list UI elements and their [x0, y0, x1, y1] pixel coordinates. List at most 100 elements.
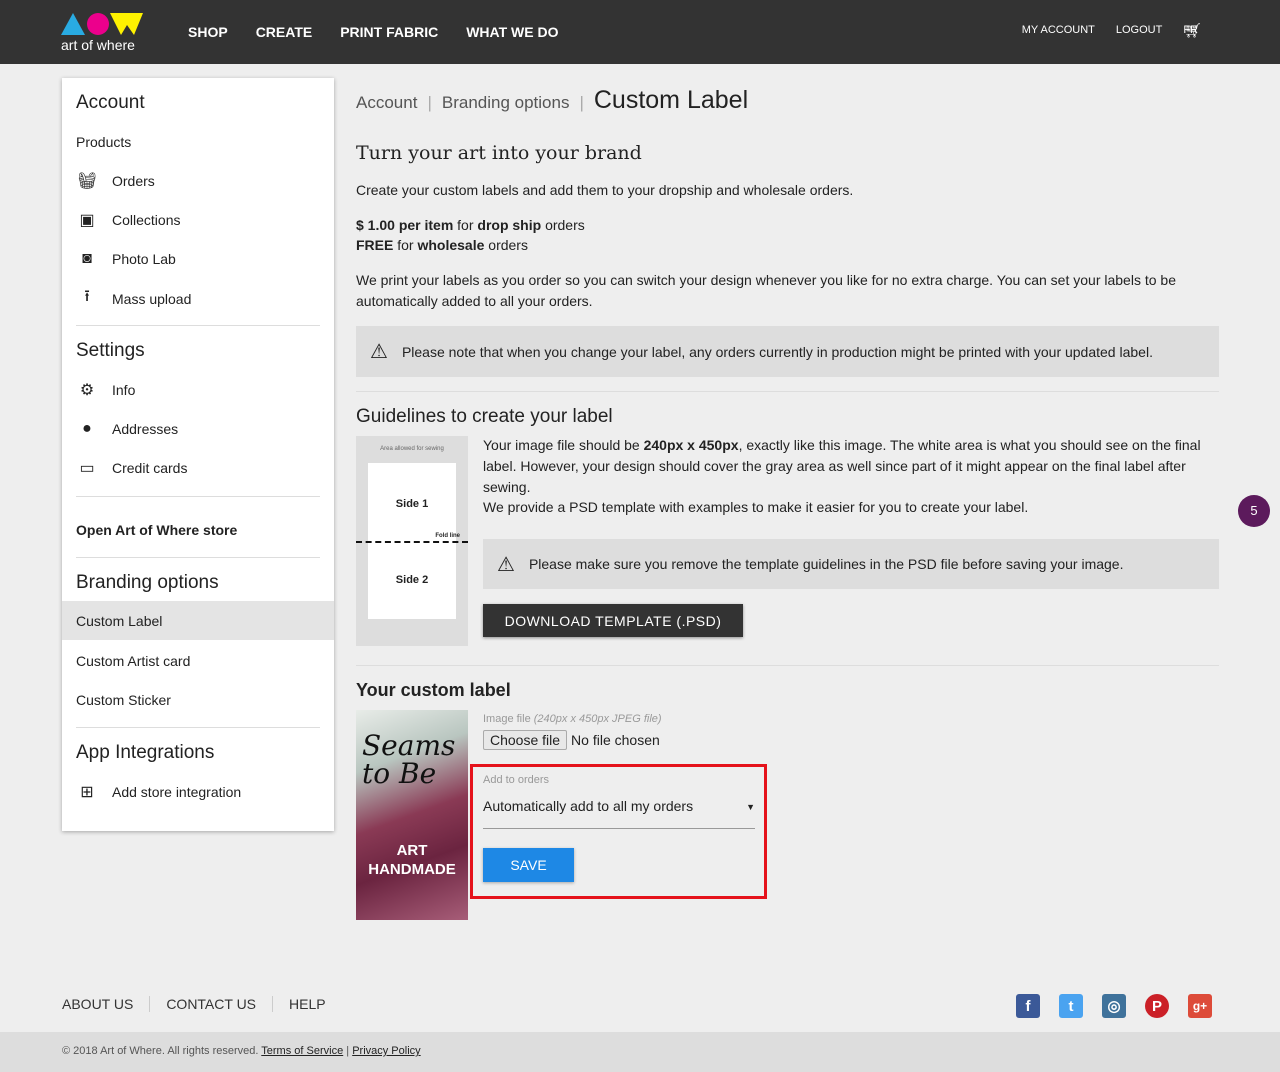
- choose-file-button[interactable]: Choose file: [483, 730, 568, 750]
- credit-card-icon: ▭: [79, 459, 95, 477]
- privacy-link[interactable]: Privacy Policy: [352, 1045, 420, 1057]
- t: orders: [541, 217, 585, 233]
- terms-link[interactable]: Terms of Service: [261, 1045, 343, 1057]
- t: $ 1.00 per item: [356, 217, 454, 233]
- camera-icon: ◙: [82, 249, 92, 267]
- nav-what-we-do[interactable]: WHAT WE DO: [466, 24, 558, 40]
- label: Orders: [112, 172, 155, 189]
- nav-print-fabric[interactable]: PRINT FABRIC: [340, 24, 438, 40]
- template-preview: Area allowed for sewing Side 1 Fold line…: [356, 436, 468, 646]
- remove-guidelines-note: ⚠ Please make sure you remove the templat…: [483, 539, 1219, 589]
- notification-badge[interactable]: 5: [1238, 495, 1270, 527]
- label: Photo Lab: [112, 250, 176, 267]
- side1: Side 1: [395, 498, 429, 510]
- logo-text: art of where: [61, 37, 135, 53]
- t: for: [393, 237, 418, 253]
- label-art-text: ART: [396, 842, 428, 859]
- footer-links: ABOUT US CONTACT US HELP: [62, 996, 342, 1012]
- divider: [76, 557, 320, 558]
- sidebar-item-custom-label[interactable]: Custom Label: [62, 601, 334, 640]
- top-header: art of where SHOP CREATE PRINT FABRIC WH…: [0, 0, 1280, 64]
- sidebar-item-custom-sticker[interactable]: Custom Sticker: [62, 680, 334, 719]
- t: drop ship: [477, 217, 542, 233]
- sidebar-settings-title: Settings: [76, 340, 145, 361]
- select-value: Automatically add to all my orders: [483, 798, 694, 814]
- sidebar-item-add-store[interactable]: ⊞ Add store integration: [62, 772, 334, 811]
- logo[interactable]: art of where: [61, 11, 151, 55]
- sidebar-item-photo-lab[interactable]: ◙ Photo Lab: [62, 239, 334, 278]
- basket-icon: 🧺︎: [76, 172, 98, 190]
- image-icon: ▣: [79, 211, 95, 229]
- image-file-label: Image file (240px x 450px JPEG file): [483, 713, 662, 725]
- facebook-icon[interactable]: f: [1016, 994, 1040, 1018]
- sidebar-item-addresses[interactable]: ● Addresses: [62, 409, 334, 448]
- divider: [356, 665, 1219, 666]
- add-to-orders-select[interactable]: Automatically add to all my orders ▼: [483, 792, 755, 829]
- copyright-text: © 2018 Art of Where. All rights reserved…: [62, 1045, 262, 1057]
- t: for: [453, 217, 478, 233]
- label: Products: [76, 133, 132, 150]
- t: orders: [484, 237, 528, 253]
- t: Your image file should be: [483, 437, 644, 453]
- guidelines-title: Guidelines to create your label: [356, 406, 613, 427]
- nav-create[interactable]: CREATE: [256, 24, 313, 40]
- note-text: Please make sure you remove the template…: [528, 556, 1124, 572]
- t: FREE: [356, 237, 394, 253]
- google-plus-icon[interactable]: g+: [1188, 994, 1212, 1018]
- crumb-account[interactable]: Account: [356, 93, 417, 113]
- sidebar-item-products[interactable]: Products: [62, 122, 334, 161]
- label: Addresses: [112, 420, 179, 437]
- location-pin-icon: ●: [82, 419, 92, 437]
- t: (240px x 450px JPEG file): [533, 713, 662, 725]
- label: Add store integration: [112, 783, 242, 800]
- guidelines-text: Your image file should be 240px x 450px,…: [483, 435, 1213, 498]
- price-dropship: $ 1.00 per item for drop ship orders: [356, 215, 585, 236]
- label: Mass upload: [112, 290, 192, 307]
- intro-title: Turn your art into your brand: [356, 142, 642, 164]
- fold-label: Fold line: [435, 533, 460, 539]
- download-template-button[interactable]: DOWNLOAD TEMPLATE (.PSD): [483, 604, 743, 637]
- t: Image file: [483, 713, 531, 725]
- sidebar-item-credit-cards[interactable]: ▭ Credit cards: [62, 448, 334, 487]
- about-us-link[interactable]: ABOUT US: [62, 996, 149, 1012]
- breadcrumb: Account | Branding options | Custom Label: [356, 86, 749, 114]
- sidebar-item-custom-artist-card[interactable]: Custom Artist card: [62, 641, 334, 680]
- logout-link[interactable]: LOGOUT: [1116, 24, 1162, 36]
- file-input: Choose file No file chosen: [483, 730, 660, 750]
- upload-icon: ⭱: [84, 288, 90, 305]
- custom-label-image: Seams to Be ART HANDMADE: [356, 710, 468, 920]
- label: Custom Sticker: [76, 691, 171, 708]
- sidebar: Account Products 🧺︎ Orders ▣ Collections ◙…: [62, 78, 334, 831]
- sidebar-account-title: Account: [76, 92, 145, 113]
- add-to-orders-label: Add to orders: [483, 774, 550, 786]
- label: Credit cards: [112, 459, 188, 476]
- label: Custom Artist card: [76, 652, 191, 669]
- page-title: Custom Label: [593, 86, 749, 114]
- sidebar-item-info[interactable]: ⚙ Info: [62, 370, 334, 409]
- plus-box-icon: ⊞: [80, 783, 94, 801]
- divider: [76, 727, 320, 728]
- label-script-text: Seams to Be: [362, 729, 456, 790]
- sidebar-item-orders[interactable]: 🧺︎ Orders: [62, 161, 334, 200]
- gear-icon: ⚙: [79, 381, 95, 399]
- label: Open Art of Where store: [76, 521, 238, 538]
- help-link[interactable]: HELP: [272, 996, 342, 1012]
- pinterest-icon[interactable]: P: [1145, 994, 1169, 1018]
- intro-desc: Create your custom labels and add them t…: [356, 182, 854, 198]
- instagram-icon[interactable]: ◎: [1102, 994, 1126, 1018]
- guidelines-text2: We provide a PSD template with examples …: [483, 499, 1029, 515]
- copyright-bar: © 2018 Art of Where. All rights reserved…: [0, 1032, 1280, 1072]
- cart-icon[interactable]: 🛒︎: [1184, 22, 1202, 39]
- save-button[interactable]: SAVE: [483, 848, 574, 882]
- crumb-branding[interactable]: Branding options: [442, 93, 570, 113]
- custom-label-title: Your custom label: [356, 680, 511, 700]
- nav-shop[interactable]: SHOP: [188, 24, 228, 40]
- sidebar-item-mass-upload[interactable]: ⭱ Mass upload: [62, 279, 334, 318]
- twitter-icon[interactable]: t: [1059, 994, 1083, 1018]
- my-account-link[interactable]: MY ACCOUNT: [1022, 24, 1095, 36]
- label-handmade-text: HANDMADE: [368, 861, 456, 878]
- sidebar-item-collections[interactable]: ▣ Collections: [62, 200, 334, 239]
- open-store-link[interactable]: Open Art of Where store: [62, 510, 334, 549]
- contact-us-link[interactable]: CONTACT US: [149, 996, 272, 1012]
- divider: [356, 391, 1219, 392]
